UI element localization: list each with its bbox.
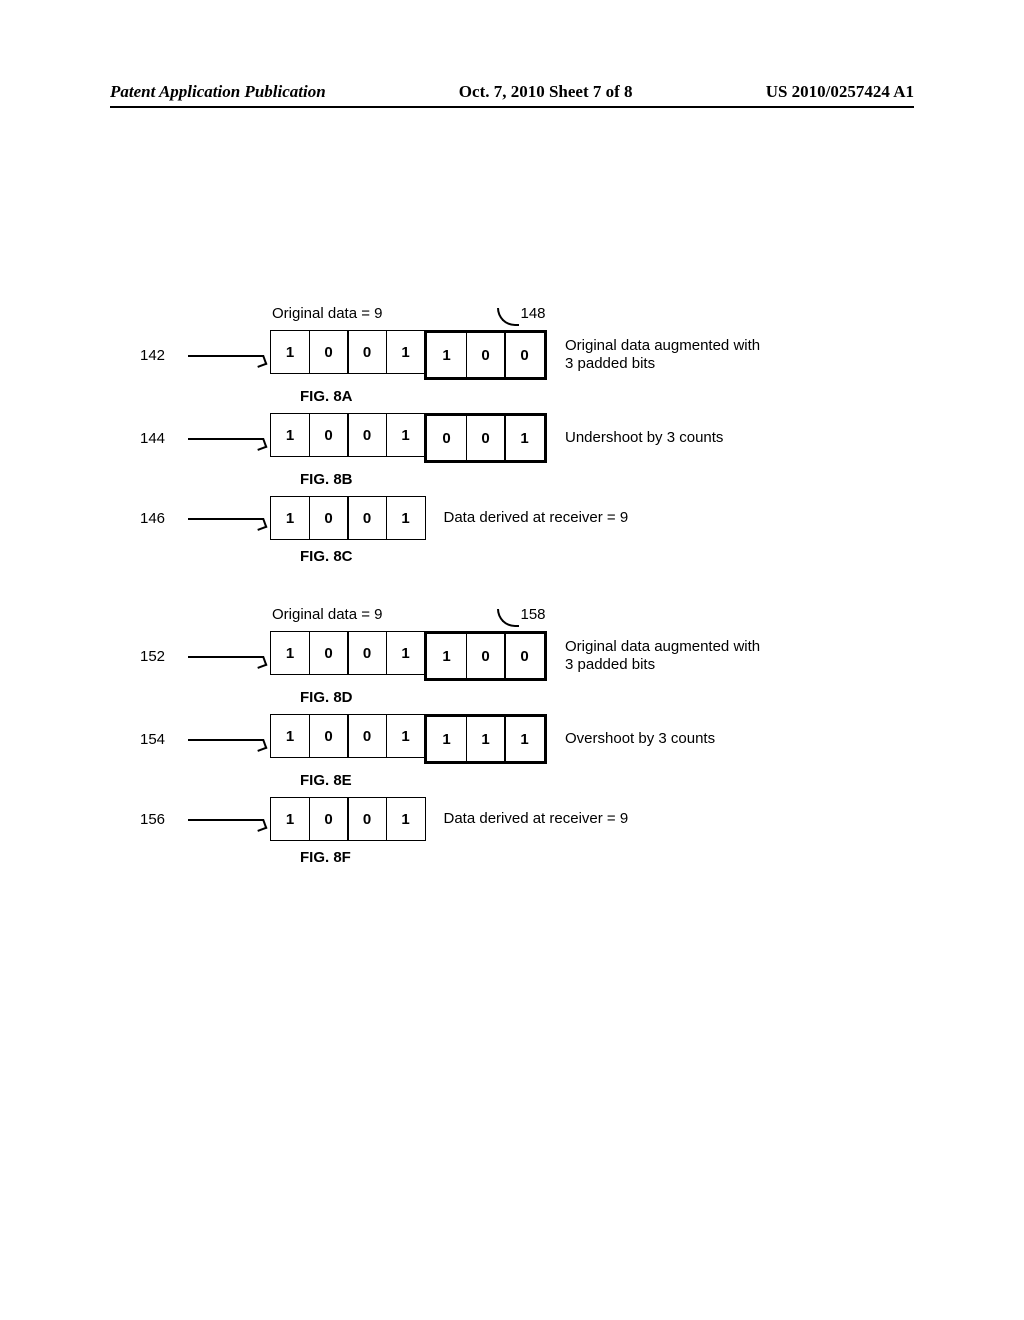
fig-8f-desc: Data derived at receiver = 9 — [444, 810, 629, 828]
ref-152: 152 — [140, 648, 180, 665]
callout-148: 148 — [497, 300, 546, 326]
fig-8f-label: FIG. 8F — [300, 849, 900, 866]
bit-cell: 1 — [386, 797, 426, 841]
bit-cell: 0 — [347, 714, 387, 758]
callout-arc-icon — [497, 609, 519, 627]
callout-ref-148: 148 — [521, 305, 546, 322]
bit-cell: 0 — [347, 797, 387, 841]
ref-154: 154 — [140, 731, 180, 748]
padded-bits-8d: 1 0 0 — [424, 631, 547, 681]
original-data-label-1: Original data = 9 — [272, 305, 383, 322]
bit-row-8d: 1 0 0 1 1 0 0 — [270, 631, 547, 681]
bit-row-8e: 1 0 0 1 1 1 1 — [270, 714, 547, 764]
header-left: Patent Application Publication — [110, 82, 326, 102]
fig-8c-label: FIG. 8C — [300, 548, 900, 565]
bit-cell: 1 — [504, 717, 544, 761]
fig-8c-row: 146 1 0 0 1 Data derived at receiver = 9 — [140, 496, 900, 540]
fig-8b-row: 144 1 0 0 1 0 0 1 Undershoot by 3 counts — [140, 413, 900, 463]
bit-cell: 0 — [309, 631, 349, 675]
fig-8d-row: 152 1 0 0 1 1 0 0 Original data augmente… — [140, 631, 900, 681]
bit-row-8c: 1 0 0 1 — [270, 496, 426, 540]
bit-cell: 0 — [427, 416, 467, 460]
bit-cell: 0 — [504, 634, 544, 678]
fig-8f-row: 156 1 0 0 1 Data derived at receiver = 9 — [140, 797, 900, 841]
fig-8b-label: FIG. 8B — [300, 471, 900, 488]
bit-cell: 1 — [270, 797, 310, 841]
bit-cell: 0 — [347, 330, 387, 374]
bit-cell: 0 — [466, 416, 506, 460]
fig-8e-row: 154 1 0 0 1 1 1 1 Overshoot by 3 counts — [140, 714, 900, 764]
ref-156: 156 — [140, 811, 180, 828]
pointer-icon — [180, 428, 270, 448]
bit-cell: 1 — [270, 496, 310, 540]
pointer-icon — [180, 345, 270, 365]
padded-bits-8b: 0 0 1 — [424, 413, 547, 463]
fig-8a-label: FIG. 8A — [300, 388, 900, 405]
bit-cell: 0 — [309, 496, 349, 540]
fig-8e-label: FIG. 8E — [300, 772, 900, 789]
padded-bits-8e: 1 1 1 — [424, 714, 547, 764]
bit-cell: 1 — [466, 717, 506, 761]
bit-cell: 0 — [309, 797, 349, 841]
bit-cell: 1 — [504, 416, 544, 460]
bit-cell: 0 — [347, 496, 387, 540]
header-center: Oct. 7, 2010 Sheet 7 of 8 — [459, 82, 633, 102]
pointer-icon — [180, 646, 270, 666]
bit-cell: 1 — [386, 413, 426, 457]
bit-cell: 0 — [504, 333, 544, 377]
bit-row-8f: 1 0 0 1 — [270, 797, 426, 841]
bit-cell: 1 — [270, 413, 310, 457]
bit-cell: 0 — [347, 631, 387, 675]
fig-8a-desc: Original data augmented with 3 padded bi… — [565, 337, 765, 373]
top-label-8d: Original data = 9 158 — [272, 601, 900, 627]
bit-cell: 0 — [466, 333, 506, 377]
bit-cell: 1 — [386, 714, 426, 758]
bit-row-8a: 1 0 0 1 1 0 0 — [270, 330, 547, 380]
bit-cell: 0 — [309, 330, 349, 374]
bit-cell: 1 — [270, 330, 310, 374]
fig-8d-label: FIG. 8D — [300, 689, 900, 706]
padded-bits-8a: 1 0 0 — [424, 330, 547, 380]
ref-146: 146 — [140, 510, 180, 527]
pointer-icon — [180, 729, 270, 749]
page-header: Patent Application Publication Oct. 7, 2… — [0, 82, 1024, 102]
top-label-8a: Original data = 9 148 — [272, 300, 900, 326]
bit-cell: 0 — [309, 413, 349, 457]
bit-cell: 1 — [386, 496, 426, 540]
header-rule — [110, 106, 914, 108]
fig-8b-desc: Undershoot by 3 counts — [565, 429, 723, 447]
bit-cell: 1 — [427, 717, 467, 761]
bit-cell: 0 — [309, 714, 349, 758]
bit-cell: 1 — [427, 634, 467, 678]
pointer-icon — [180, 809, 270, 829]
pointer-icon — [180, 508, 270, 528]
bit-cell: 1 — [386, 631, 426, 675]
header-right: US 2010/0257424 A1 — [766, 82, 914, 102]
diagram-area: Original data = 9 148 142 1 0 0 1 1 0 0 … — [140, 300, 900, 866]
bit-cell: 1 — [386, 330, 426, 374]
ref-144: 144 — [140, 430, 180, 447]
bit-cell: 0 — [466, 634, 506, 678]
bit-cell: 1 — [427, 333, 467, 377]
bit-cell: 1 — [270, 714, 310, 758]
fig-8a-row: 142 1 0 0 1 1 0 0 Original data augmente… — [140, 330, 900, 380]
bit-row-8b: 1 0 0 1 0 0 1 — [270, 413, 547, 463]
callout-arc-icon — [497, 308, 519, 326]
bit-cell: 1 — [270, 631, 310, 675]
callout-ref-158: 158 — [521, 606, 546, 623]
original-data-label-2: Original data = 9 — [272, 606, 383, 623]
fig-8e-desc: Overshoot by 3 counts — [565, 730, 715, 748]
fig-8d-desc: Original data augmented with 3 padded bi… — [565, 638, 765, 674]
fig-8c-desc: Data derived at receiver = 9 — [444, 509, 629, 527]
bit-cell: 0 — [347, 413, 387, 457]
ref-142: 142 — [140, 347, 180, 364]
callout-158: 158 — [497, 601, 546, 627]
